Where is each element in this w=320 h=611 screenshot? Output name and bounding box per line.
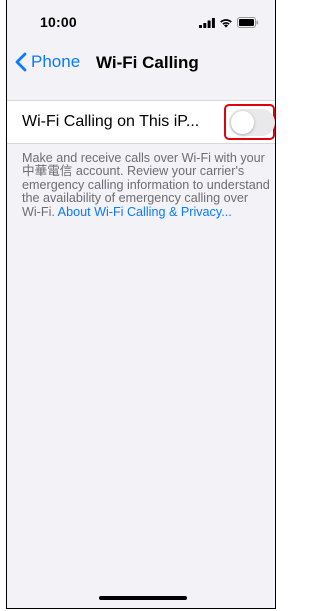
battery-icon <box>237 17 259 28</box>
back-button-label: Phone <box>31 52 81 71</box>
navigation-bar: Phone Wi-Fi Calling <box>7 46 275 82</box>
status-icons <box>199 17 259 28</box>
about-wifi-calling-link[interactable]: About Wi-Fi Calling & Privacy... <box>58 205 232 219</box>
wifi-icon <box>220 18 232 28</box>
wifi-calling-label: Wi-Fi Calling on This iP... <box>22 113 200 130</box>
wifi-calling-cell: Wi-Fi Calling on This iP... <box>7 100 275 144</box>
status-time: 10:00 <box>40 14 77 30</box>
phone-screen: 10:00 Phone Wi-Fi Calling Wi-Fi Calling … <box>6 0 276 609</box>
page-title: Wi-Fi Calling <box>96 53 199 72</box>
signal-bars-icon <box>199 17 215 28</box>
home-indicator <box>99 596 187 600</box>
wifi-calling-toggle[interactable] <box>229 109 275 136</box>
back-button[interactable]: Phone <box>15 52 80 72</box>
chevron-left-icon <box>15 52 27 72</box>
wifi-calling-description: Make and receive calls over Wi-Fi with y… <box>22 151 270 219</box>
toggle-knob <box>231 111 254 134</box>
status-bar: 10:00 <box>7 0 275 40</box>
